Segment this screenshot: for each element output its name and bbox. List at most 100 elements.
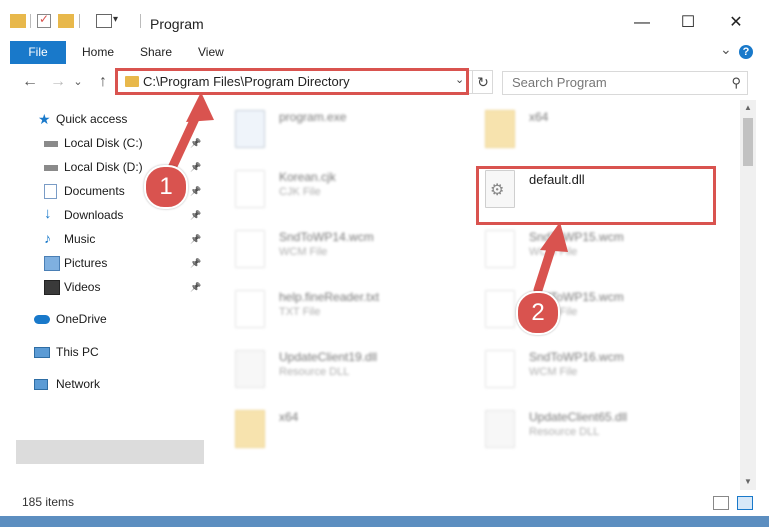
item-count: 185 items [22,495,75,509]
file-type: CJK File [279,186,321,198]
file-item[interactable]: SndToWP16.wcm WCM File [457,346,697,398]
search-icon[interactable]: ⚲ [731,75,741,91]
file-item[interactable]: UpdateClient65.dll Resource DLL [457,406,697,458]
properties-check-icon[interactable]: ✓ [37,12,51,28]
sidebar-item-quick-access[interactable]: ★ Quick access [38,108,198,130]
star-icon: ★ [38,111,51,127]
sidebar-item-label: Local Disk (D:) [64,160,143,174]
search-placeholder: Search Program [512,75,607,90]
file-item[interactable]: SndToWP15.wcm WCM File [457,226,697,278]
sidebar-item-label: Network [56,377,101,391]
minimize-button[interactable]: — [622,8,662,38]
file-type: WCM File [529,366,578,378]
help-icon[interactable]: ? [739,45,753,59]
pin-icon[interactable]: 📌 [190,228,201,250]
pin-icon[interactable]: 📌 [190,276,201,298]
details-view-icon[interactable] [713,496,729,510]
tab-view[interactable]: View [198,41,224,64]
step-2-badge: 2 [516,291,560,335]
exe-icon [235,110,265,148]
file-type: TXT File [279,306,321,318]
file-highlight-box [476,166,716,225]
sidebar-item-videos[interactable]: Videos 📌 [44,276,204,298]
navigation-pane: ★ Quick access Local Disk (C:) 📌 Local D… [0,100,207,490]
large-icons-view-icon[interactable] [737,496,753,510]
checkmark-icon: ✓ [39,12,50,26]
file-name: help.fineReader.txt [279,290,380,304]
file-name: UpdateClient65.dll [529,410,628,424]
new-folder-icon[interactable] [58,14,74,28]
pin-icon[interactable]: 📌 [190,132,201,154]
status-bar: 185 items [0,490,769,516]
pictures-icon [44,256,60,271]
file-name: SndToWP15.wcm [529,230,624,244]
sidebar-item-label: OneDrive [56,312,107,326]
tab-home[interactable]: Home [82,41,114,64]
refresh-icon[interactable]: ↻ [472,71,493,93]
sidebar-item-this-pc[interactable]: This PC [34,341,194,363]
maximize-button[interactable]: ☐ [668,8,708,38]
sidebar-item-music[interactable]: ♪ Music 📌 [44,228,204,250]
window-title: Program [150,16,204,32]
sidebar-item-downloads[interactable]: ↓ Downloads 📌 [44,204,204,226]
file-name: program.exe [279,110,347,124]
vertical-scrollbar[interactable]: ▲ ▼ [740,100,756,490]
videos-icon [44,280,60,295]
file-item[interactable]: program.exe [207,106,447,158]
separator [140,14,141,28]
pin-icon[interactable]: 📌 [190,156,201,178]
pin-icon[interactable]: 📌 [190,252,201,274]
customize-toolbar-icon[interactable]: ▾ [113,14,118,25]
sidebar-item-label: Pictures [64,256,108,270]
file-type: WCM File [279,246,328,258]
expand-ribbon-icon[interactable]: ⌄ [720,41,732,58]
sidebar-item-label: Downloads [64,208,124,222]
file-list: program.exe Korean.cjk CJK File SndToWP1… [207,100,740,490]
folder-item[interactable]: x64 [207,406,447,458]
file-icon [235,230,265,268]
search-input[interactable]: Search Program ⚲ [502,71,748,95]
sidebar-item-label: Local Disk (C:) [64,136,143,150]
tab-file[interactable]: File [10,41,66,64]
file-item[interactable]: SndToWP14.wcm WCM File [207,226,447,278]
sidebar-item-pictures[interactable]: Pictures 📌 [44,252,204,274]
title-bar: ✓ ▾ Program — ☐ ✕ [0,0,769,40]
step-1-badge: 1 [144,165,188,209]
scroll-thumb[interactable] [743,118,753,166]
close-button[interactable]: ✕ [716,8,756,38]
file-name: Korean.cjk [279,170,336,184]
back-button[interactable]: ← [20,72,40,92]
file-item[interactable]: help.fineReader.txt TXT File [207,286,447,338]
computer-icon [34,347,50,358]
view-options-icon[interactable] [96,14,112,28]
documents-icon [44,184,57,199]
file-item[interactable]: Korean.cjk CJK File [207,166,447,218]
pin-icon[interactable]: 📌 [190,204,201,226]
file-type: Resource DLL [529,426,600,438]
pin-icon[interactable]: 📌 [190,180,201,202]
sidebar-item-onedrive[interactable]: OneDrive [34,308,194,330]
file-item[interactable]: SndToWP15.wcm WCM File [457,286,697,338]
folder-icon [485,110,515,148]
sidebar-item-local-disk-c[interactable]: Local Disk (C:) 📌 [44,132,204,154]
recent-locations-button[interactable]: ⌄ [72,72,84,92]
separator [30,14,31,28]
folder-item[interactable]: x64 [457,106,697,158]
sidebar-item-network[interactable]: Network [34,373,194,395]
tab-share[interactable]: Share [140,41,172,64]
downloads-icon: ↓ [44,205,52,222]
scroll-up-icon[interactable]: ▲ [740,100,756,116]
folder-icon [235,410,265,448]
address-highlight-box [115,68,469,95]
sidebar-item-label: Music [64,232,96,246]
file-name: UpdateClient19.dll [279,350,378,364]
scroll-down-icon[interactable]: ▼ [740,474,756,490]
separator [79,14,80,28]
forward-button[interactable]: → [48,72,68,92]
file-name: SndToWP16.wcm [529,350,624,364]
up-button[interactable]: ↑ [93,72,113,92]
file-item[interactable]: UpdateClient19.dll Resource DLL [207,346,447,398]
file-name: x64 [279,410,299,424]
drive-icon [44,141,58,147]
drive-icon [44,165,58,171]
